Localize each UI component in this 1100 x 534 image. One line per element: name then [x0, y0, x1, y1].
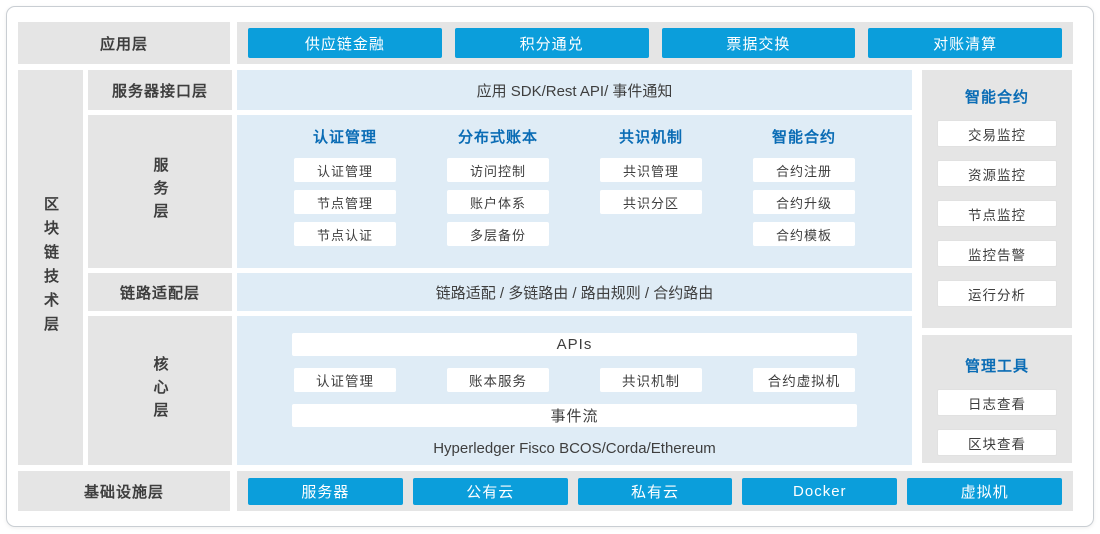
node-private-cloud: 私有云	[578, 478, 733, 505]
server-interface-content: 应用 SDK/Rest API/ 事件通知	[237, 70, 912, 110]
blockchain-tech-vertical-text: 区块链技术层	[40, 196, 61, 340]
layer-label-infrastructure: 基础设施层	[18, 471, 230, 511]
right-panel-title: 智能合约	[922, 86, 1072, 107]
node-auth-management: 认证管理	[294, 158, 396, 182]
node-node-authentication: 节点认证	[294, 222, 396, 246]
blockchain-architecture-diagram: 应用层 供应链金融 积分通兑 票据交换 对账清算 区块链技术层 服务器接口层 服…	[0, 0, 1100, 534]
service-layer-panel: 认证管理 认证管理 节点管理 节点认证 分布式账本 访问控制 账户体系 多层备份…	[237, 115, 912, 268]
core-layer-panel: APIs 认证管理 账本服务 共识机制 合约虚拟机 事件流 Hyperledge…	[237, 316, 912, 465]
node-resource-monitoring: 资源监控	[937, 160, 1057, 187]
node-block-viewer: 区块查看	[937, 429, 1057, 456]
node-apis-bar: APIs	[292, 333, 857, 356]
service-column-header: 认证管理	[294, 128, 396, 148]
service-column-smart-contract: 智能合约 合约注册 合约升级 合约模板	[753, 128, 855, 268]
service-column-auth: 认证管理 认证管理 节点管理 节点认证	[294, 128, 396, 268]
node-public-cloud: 公有云	[413, 478, 568, 505]
core-boxes-row: 认证管理 账本服务 共识机制 合约虚拟机	[294, 368, 855, 392]
service-column-header: 分布式账本	[447, 128, 549, 148]
service-layer-vertical-text: 服务层	[150, 157, 171, 226]
service-column-consensus: 共识机制 共识管理 共识分区	[600, 128, 702, 268]
application-layer-row: 供应链金融 积分通兑 票据交换 对账清算	[237, 22, 1073, 64]
node-virtual-machine: 虚拟机	[907, 478, 1062, 505]
node-contract-template: 合约模板	[753, 222, 855, 246]
core-layer-vertical-text: 核心层	[150, 356, 171, 425]
node-server: 服务器	[248, 478, 403, 505]
right-panel-title: 管理工具	[922, 355, 1072, 376]
link-adapter-content: 链路适配 / 多链路由 / 路由规则 / 合约路由	[237, 273, 912, 311]
right-panel-management-tools: 管理工具 日志查看 区块查看	[922, 335, 1072, 463]
node-contract-upgrade: 合约升级	[753, 190, 855, 214]
node-transaction-monitoring: 交易监控	[937, 120, 1057, 147]
infrastructure-layer-row: 服务器 公有云 私有云 Docker 虚拟机	[237, 471, 1073, 511]
service-column-header: 共识机制	[600, 128, 702, 148]
layer-label-application: 应用层	[18, 22, 230, 64]
node-contract-registration: 合约注册	[753, 158, 855, 182]
core-platforms-text: Hyperledger Fisco BCOS/Corda/Ethereum	[237, 440, 912, 457]
node-bill-exchange: 票据交换	[662, 28, 856, 58]
node-core-auth-management: 认证管理	[294, 368, 396, 392]
node-account-system: 账户体系	[447, 190, 549, 214]
layer-label-server-interface: 服务器接口层	[88, 70, 232, 110]
node-supply-chain-finance: 供应链金融	[248, 28, 442, 58]
node-contract-vm: 合约虚拟机	[753, 368, 855, 392]
node-event-stream-bar: 事件流	[292, 404, 857, 427]
service-column-header: 智能合约	[753, 128, 855, 148]
node-consensus-partition: 共识分区	[600, 190, 702, 214]
node-log-viewer: 日志查看	[937, 389, 1057, 416]
layer-label-blockchain-tech: 区块链技术层	[18, 70, 83, 465]
right-panel-smart-contract: 智能合约 交易监控 资源监控 节点监控 监控告警 运行分析	[922, 70, 1072, 328]
node-multilayer-backup: 多层备份	[447, 222, 549, 246]
node-monitoring-alert: 监控告警	[937, 240, 1057, 267]
node-consensus-management: 共识管理	[600, 158, 702, 182]
node-docker: Docker	[742, 478, 897, 505]
node-ledger-service: 账本服务	[447, 368, 549, 392]
layer-label-service: 服务层	[88, 115, 232, 268]
node-access-control: 访问控制	[447, 158, 549, 182]
node-node-management: 节点管理	[294, 190, 396, 214]
layer-label-link-adapter: 链路适配层	[88, 273, 232, 311]
node-node-monitoring: 节点监控	[937, 200, 1057, 227]
node-consensus-mechanism: 共识机制	[600, 368, 702, 392]
node-operation-analysis: 运行分析	[937, 280, 1057, 307]
node-reconciliation-clearing: 对账清算	[868, 28, 1062, 58]
layer-label-core: 核心层	[88, 316, 232, 465]
node-points-exchange: 积分通兑	[455, 28, 649, 58]
service-column-ledger: 分布式账本 访问控制 账户体系 多层备份	[447, 128, 549, 268]
